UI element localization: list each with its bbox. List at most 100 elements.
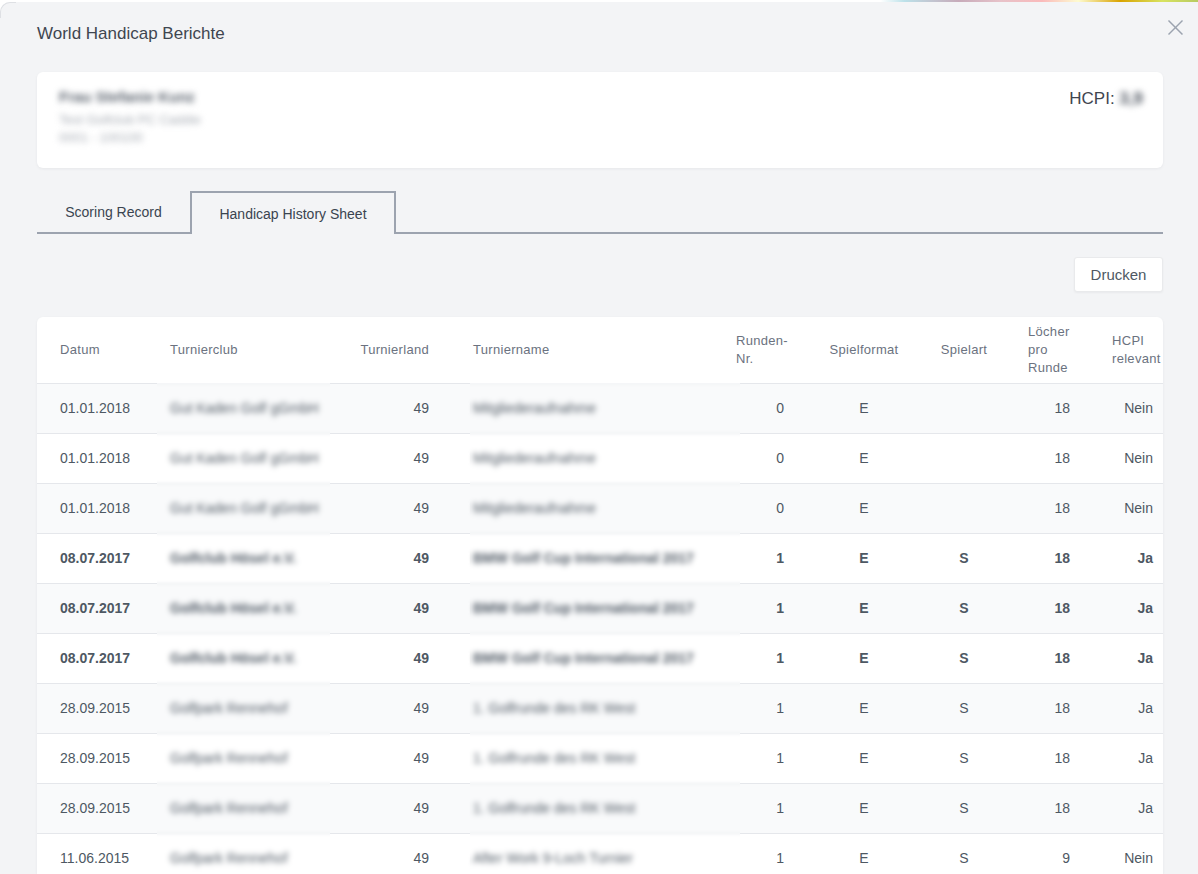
player-club: Test Golfclub PC Caddie xyxy=(59,112,201,127)
tab-scoring-record[interactable]: Scoring Record xyxy=(37,191,190,232)
cell-runden-nr: 1 xyxy=(714,833,794,874)
cell-turnierland: 49 xyxy=(307,783,439,833)
close-icon xyxy=(1167,19,1184,36)
cell-datum: 01.01.2018 xyxy=(37,433,160,483)
cell-turniername: BMW Golf Cup International 2017 xyxy=(439,533,714,583)
cell-datum: 01.01.2018 xyxy=(37,383,160,433)
history-table-card: Datum Turnierclub Turnierland Turniernam… xyxy=(37,317,1163,874)
cell-loecher-pro-runde: 18 xyxy=(994,683,1080,733)
cell-spielart: S xyxy=(934,683,994,733)
cell-runden-nr: 0 xyxy=(714,433,794,483)
cell-hcpi-relevant: Nein xyxy=(1080,433,1163,483)
cell-spielart xyxy=(934,483,994,533)
cell-turniername: After Work 9-Loch Turnier xyxy=(439,833,714,874)
cell-spielart: S xyxy=(934,533,994,583)
hcpi-value: 3,9 xyxy=(1119,89,1143,108)
modal-top-left-corner xyxy=(0,2,16,18)
cell-spielart: S xyxy=(934,833,994,874)
cell-loecher-pro-runde: 9 xyxy=(994,833,1080,874)
cell-spielformat: E xyxy=(794,383,934,433)
cell-turnierland: 49 xyxy=(307,733,439,783)
cell-spielformat: E xyxy=(794,533,934,583)
cell-turnierclub: Golfpark Rennehof xyxy=(160,783,307,833)
cell-loecher-pro-runde: 18 xyxy=(994,533,1080,583)
cell-datum: 08.07.2017 xyxy=(37,583,160,633)
cell-hcpi-relevant: Ja xyxy=(1080,583,1163,633)
cell-hcpi-relevant: Ja xyxy=(1080,533,1163,583)
player-card xyxy=(37,72,1163,168)
hcpi-label: HCPI: xyxy=(1069,89,1114,108)
cell-turnierland: 49 xyxy=(307,583,439,633)
cell-turnierclub: Gut Kaden Golf gGmbH xyxy=(160,383,307,433)
cell-hcpi-relevant: Nein xyxy=(1080,833,1163,874)
cell-turniername: BMW Golf Cup International 2017 xyxy=(439,583,714,633)
cell-spielformat: E xyxy=(794,583,934,633)
cell-runden-nr: 1 xyxy=(714,733,794,783)
cell-turnierclub: Golfpark Rennehof xyxy=(160,683,307,733)
cell-spielart xyxy=(934,433,994,483)
page: World Handicap Berichte Frau Stefanie Ku… xyxy=(0,0,1198,874)
cell-turnierclub: Golfpark Rennehof xyxy=(160,833,307,874)
table-row: 01.01.2018Gut Kaden Golf gGmbH49Mitglied… xyxy=(37,483,1163,533)
col-runden-nr: Runden-Nr. xyxy=(714,317,794,383)
cell-turniername: Mitgliederaufnahme xyxy=(439,433,714,483)
history-table: Datum Turnierclub Turnierland Turniernam… xyxy=(37,317,1163,874)
cell-runden-nr: 0 xyxy=(714,383,794,433)
col-spielformat: Spielformat xyxy=(794,317,934,383)
cell-turniername: Mitgliederaufnahme xyxy=(439,383,714,433)
cell-hcpi-relevant: Ja xyxy=(1080,633,1163,683)
cell-hcpi-relevant: Ja xyxy=(1080,733,1163,783)
table-row: 08.07.2017Golfclub Hösel e.V.49BMW Golf … xyxy=(37,583,1163,633)
col-turnierland: Turnierland xyxy=(307,317,439,383)
table-row: 08.07.2017Golfclub Hösel e.V.49BMW Golf … xyxy=(37,633,1163,683)
cell-spielformat: E xyxy=(794,433,934,483)
table-header-row: Datum Turnierclub Turnierland Turniernam… xyxy=(37,317,1163,383)
drucken-button[interactable]: Drucken xyxy=(1074,257,1163,292)
cell-datum: 28.09.2015 xyxy=(37,783,160,833)
cell-loecher-pro-runde: 18 xyxy=(994,633,1080,683)
table-row: 28.09.2015Golfpark Rennehof491. Golfrund… xyxy=(37,783,1163,833)
tab-handicap-history-sheet[interactable]: Handicap History Sheet xyxy=(190,191,396,234)
cell-turniername: BMW Golf Cup International 2017 xyxy=(439,633,714,683)
cell-spielart xyxy=(934,383,994,433)
cell-loecher-pro-runde: 18 xyxy=(994,583,1080,633)
cell-turniername: Mitgliederaufnahme xyxy=(439,483,714,533)
cell-runden-nr: 1 xyxy=(714,583,794,633)
cell-turnierclub: Golfpark Rennehof xyxy=(160,733,307,783)
close-button[interactable] xyxy=(1165,19,1185,39)
cell-spielformat: E xyxy=(794,633,934,683)
cell-loecher-pro-runde: 18 xyxy=(994,733,1080,783)
col-datum: Datum xyxy=(37,317,160,383)
cell-turnierland: 49 xyxy=(307,383,439,433)
cell-spielart: S xyxy=(934,783,994,833)
cell-spielformat: E xyxy=(794,483,934,533)
col-hcpi-relevant: HCPI relevant xyxy=(1080,317,1163,383)
cell-turniername: 1. Golfrunde des RK West xyxy=(439,683,714,733)
table-row: 01.01.2018Gut Kaden Golf gGmbH49Mitglied… xyxy=(37,383,1163,433)
cell-runden-nr: 1 xyxy=(714,783,794,833)
cell-runden-nr: 1 xyxy=(714,683,794,733)
cell-spielformat: E xyxy=(794,833,934,874)
cell-turnierland: 49 xyxy=(307,633,439,683)
cell-spielformat: E xyxy=(794,733,934,783)
cell-datum: 11.06.2015 xyxy=(37,833,160,874)
cell-turnierland: 49 xyxy=(307,533,439,583)
cell-spielart: S xyxy=(934,633,994,683)
player-name: Frau Stefanie Kunz xyxy=(59,88,195,105)
cell-spielformat: E xyxy=(794,683,934,733)
cell-runden-nr: 1 xyxy=(714,633,794,683)
cell-hcpi-relevant: Ja xyxy=(1080,783,1163,833)
table-row: 08.07.2017Golfclub Hösel e.V.49BMW Golf … xyxy=(37,533,1163,583)
cell-spielart: S xyxy=(934,733,994,783)
cell-spielart: S xyxy=(934,583,994,633)
col-spielart: Spielart xyxy=(934,317,994,383)
cell-loecher-pro-runde: 18 xyxy=(994,433,1080,483)
cell-turnierland: 49 xyxy=(307,683,439,733)
cell-datum: 08.07.2017 xyxy=(37,533,160,583)
cell-hcpi-relevant: Ja xyxy=(1080,683,1163,733)
cell-datum: 28.09.2015 xyxy=(37,733,160,783)
cell-turnierclub: Golfclub Hösel e.V. xyxy=(160,533,307,583)
table-row: 28.09.2015Golfpark Rennehof491. Golfrund… xyxy=(37,733,1163,783)
cell-turnierland: 49 xyxy=(307,483,439,533)
cell-turnierland: 49 xyxy=(307,433,439,483)
